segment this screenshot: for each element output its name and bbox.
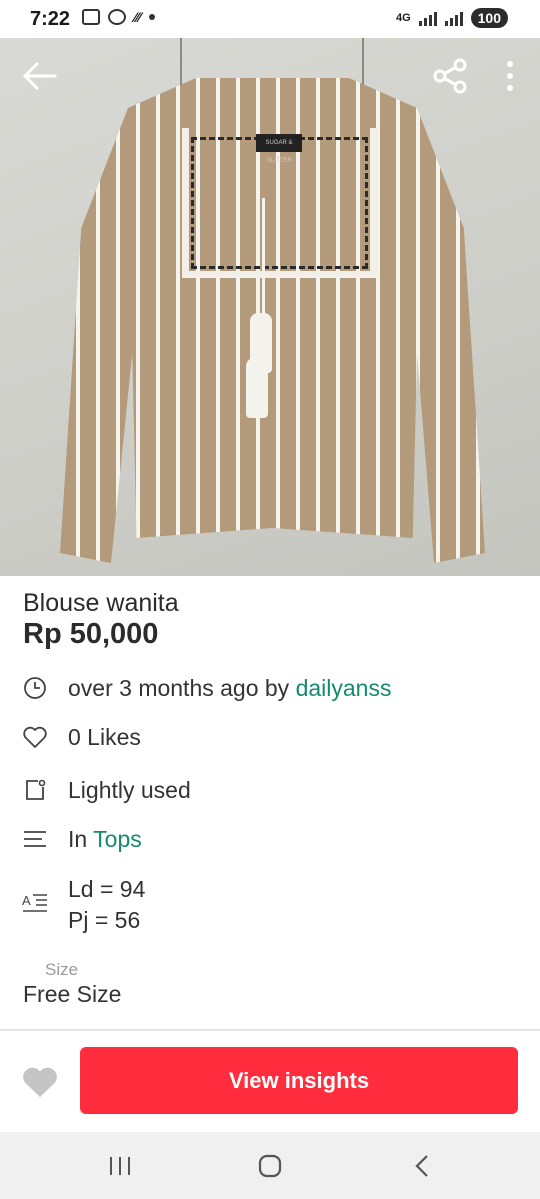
category-link[interactable]: Tops — [93, 826, 142, 852]
signal-icon — [418, 10, 437, 26]
back-button[interactable] — [20, 56, 60, 96]
status-system-icons: 4G 100 — [396, 8, 508, 28]
nav-back-icon — [415, 1155, 428, 1177]
heart-filled-icon — [23, 1067, 57, 1097]
screenshot-icon — [82, 9, 100, 25]
posted-text: over 3 months ago by dailyanss — [68, 675, 391, 702]
home-icon — [258, 1154, 282, 1178]
product-price: Rp 50,000 — [23, 618, 159, 650]
nav-back-button[interactable] — [402, 1150, 442, 1182]
category-list-icon — [22, 826, 48, 852]
divider — [0, 1029, 540, 1031]
share-button[interactable] — [430, 56, 470, 96]
system-nav-bar — [0, 1132, 540, 1199]
svg-text:A: A — [22, 893, 31, 908]
likes-row[interactable]: 0 Likes — [0, 720, 540, 754]
like-button[interactable] — [18, 1060, 62, 1104]
product-title: Blouse wanita — [23, 589, 179, 617]
status-bar: 7:22 ⁄⁄⁄ 4G 100 — [0, 0, 540, 38]
category-row: In Tops — [0, 822, 540, 856]
signal-stripes-icon: ⁄⁄⁄ — [134, 9, 142, 25]
recents-icon — [110, 1157, 130, 1175]
heart-outline-icon — [22, 724, 48, 750]
more-options-button[interactable] — [490, 56, 530, 96]
home-button[interactable] — [250, 1150, 290, 1182]
app-notification-icon — [108, 9, 126, 25]
tassel-graphic — [246, 358, 268, 418]
more-notifications-icon — [149, 14, 156, 20]
condition-icon — [22, 777, 48, 803]
back-arrow-icon — [23, 62, 57, 90]
view-insights-button[interactable]: View insights — [80, 1047, 518, 1114]
description-line: Ld = 94 — [68, 876, 146, 902]
posted-row: over 3 months ago by dailyanss — [0, 671, 540, 705]
posted-prefix: over 3 months ago by — [68, 674, 296, 701]
size-value: Free Size — [23, 981, 122, 1007]
product-image[interactable]: SUGAR & GLITTER — [0, 38, 540, 576]
description-icon: A — [22, 890, 48, 916]
size-label: Size — [45, 960, 79, 979]
more-vert-icon — [507, 61, 513, 91]
status-notification-icons: ⁄⁄⁄ — [82, 9, 156, 25]
description-line: Pj = 56 — [68, 907, 141, 933]
product-description: Ld = 94 Pj = 56 — [68, 874, 145, 936]
network-type: 4G — [395, 12, 411, 24]
seller-link[interactable]: dailyanss — [296, 675, 392, 701]
category-prefix: In — [68, 825, 94, 852]
signal-2-icon — [444, 10, 463, 26]
share-icon — [433, 58, 467, 94]
clothing-tag-logo: SUGAR & GLITTER — [256, 134, 302, 164]
recents-button[interactable] — [100, 1150, 140, 1182]
likes-count[interactable]: 0 Likes — [68, 724, 141, 751]
clock-icon — [22, 675, 48, 701]
condition-text: Lightly used — [68, 776, 191, 803]
status-time: 7:22 — [30, 8, 71, 30]
category-text: In Tops — [68, 826, 142, 853]
condition-row: Lightly used — [0, 773, 540, 807]
battery-indicator: 100 — [470, 8, 508, 28]
